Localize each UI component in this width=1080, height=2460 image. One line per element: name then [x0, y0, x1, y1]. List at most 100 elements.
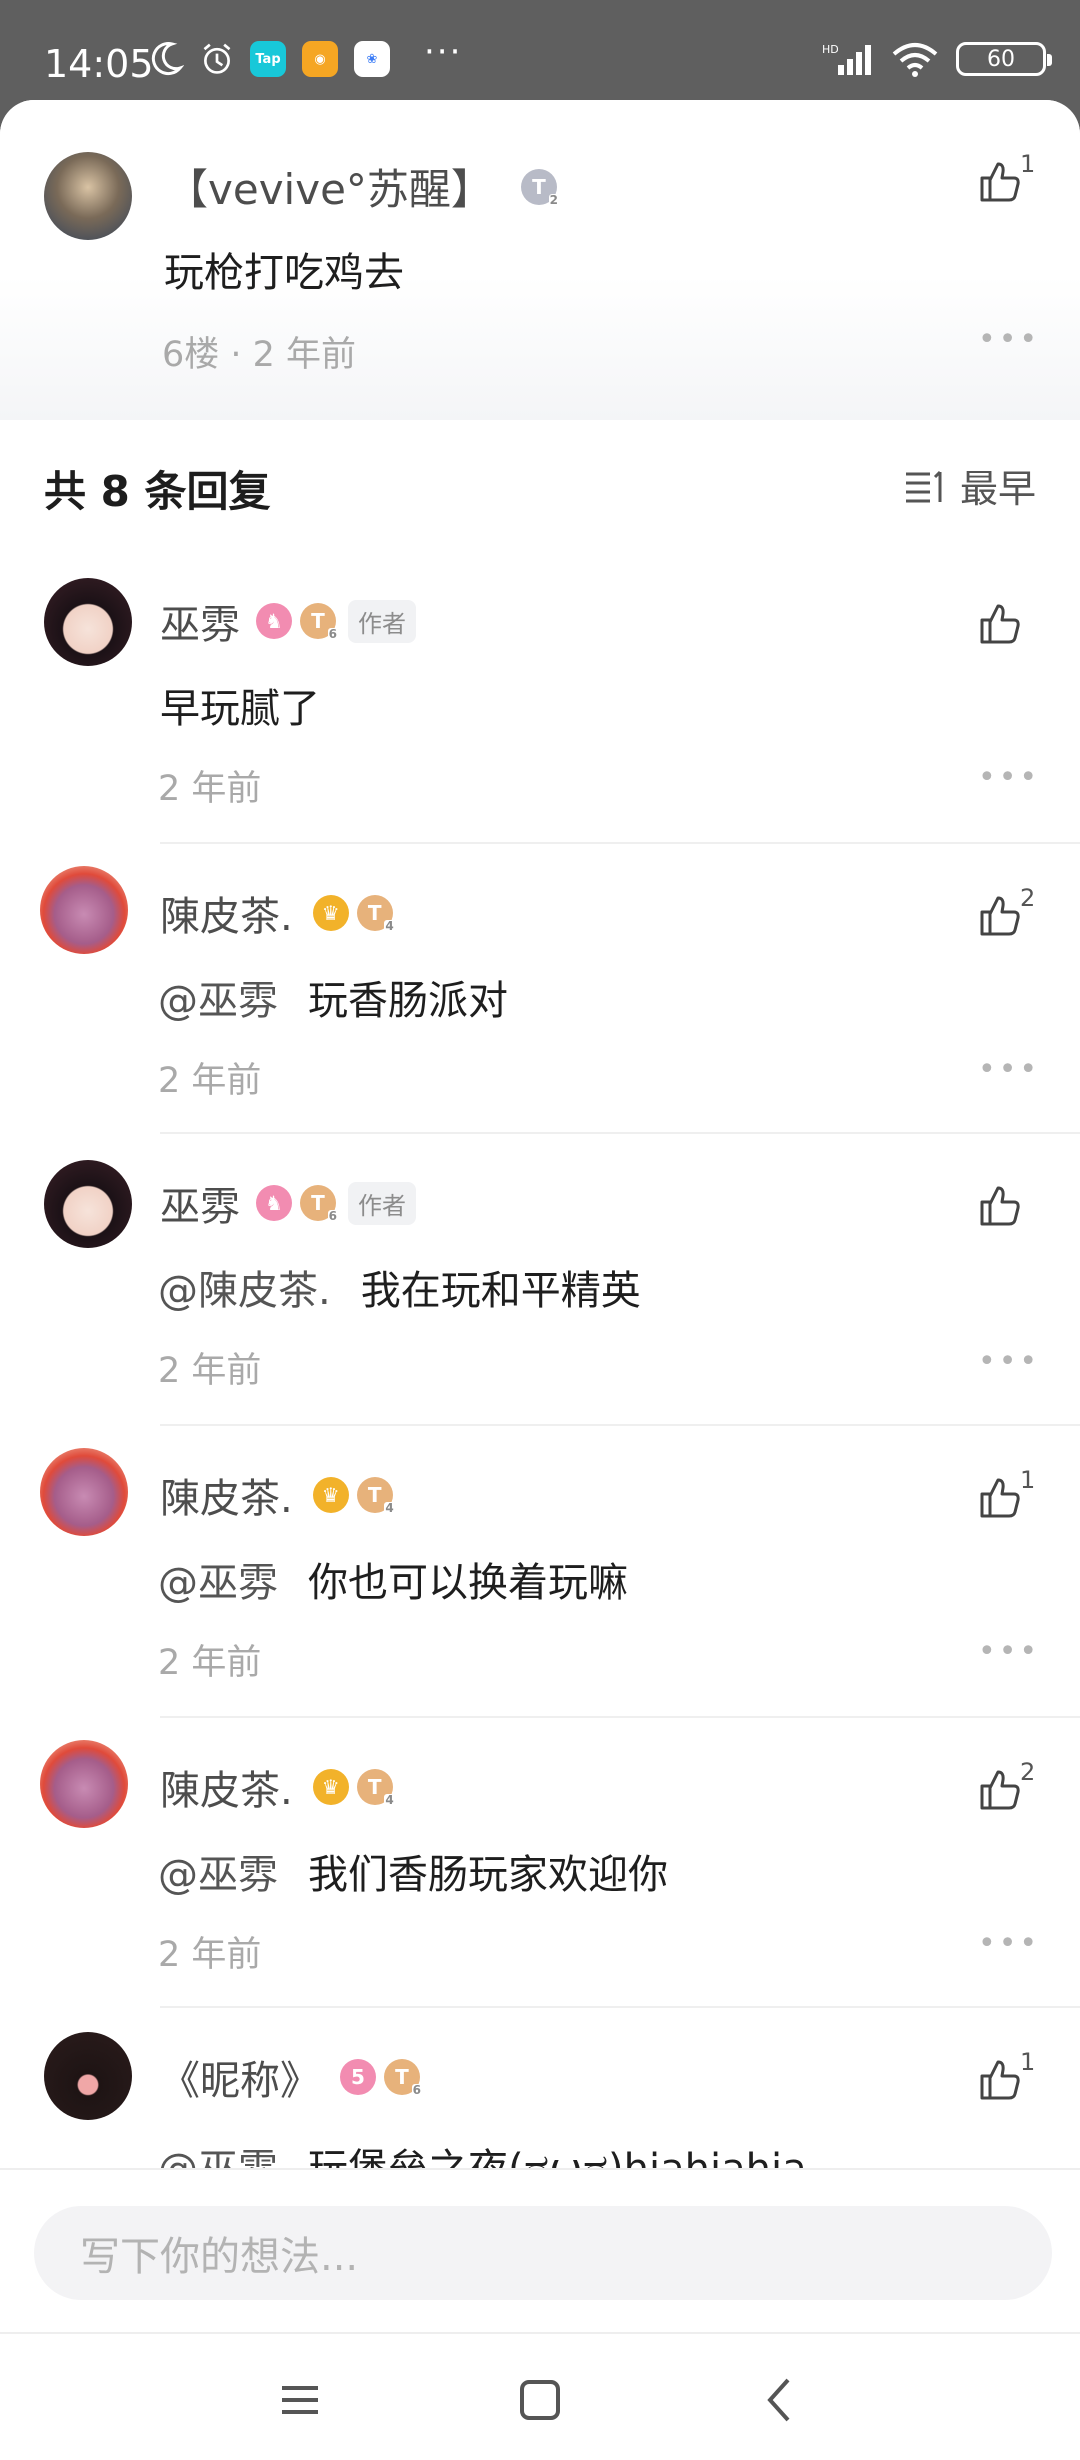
- pink-badge-icon: ♞: [256, 1185, 292, 1221]
- avatar[interactable]: [44, 152, 132, 240]
- reply-text: 早玩腻了: [160, 686, 320, 732]
- more-options-icon[interactable]: •••: [978, 1926, 1040, 1961]
- username-text[interactable]: 陳皮茶.: [160, 1466, 293, 1524]
- avatar[interactable]: [40, 866, 128, 954]
- reply-time: 2 年前: [158, 1351, 262, 1391]
- thumbs-up-icon[interactable]: [976, 600, 1024, 648]
- status-bar: 14:05 Tap ◉ ❀ ··· HD 60: [0, 0, 1080, 100]
- alarm-icon: [203, 43, 231, 74]
- comment-meta: 6楼 · 2 年前: [162, 335, 357, 375]
- comment-text: 玩枪打吃鸡去: [164, 250, 404, 296]
- avatar[interactable]: [40, 1740, 128, 1828]
- system-nav-bar: [0, 2332, 1080, 2460]
- avatar[interactable]: [44, 1160, 132, 1248]
- thumbs-up-icon[interactable]: [976, 158, 1024, 206]
- reply-time: 2 年前: [158, 1935, 262, 1975]
- like-count: 2: [1020, 884, 1036, 912]
- username-text[interactable]: 巫雰: [160, 592, 240, 650]
- level-badge-icon: T4: [356, 1477, 395, 1515]
- reply-text: @巫雰 你也可以换着玩嘛: [158, 1560, 628, 1606]
- moon-icon: [151, 42, 184, 76]
- mention-link[interactable]: @巫雰: [158, 978, 278, 1024]
- pink-badge-icon: ♞: [256, 603, 292, 639]
- back-icon[interactable]: [750, 2370, 810, 2430]
- author-tag: 作者: [348, 1181, 416, 1225]
- more-options-icon[interactable]: •••: [978, 1634, 1040, 1669]
- more-options-icon[interactable]: •••: [978, 1052, 1040, 1087]
- username[interactable]: 【vevive°苏醒】 T2: [166, 156, 559, 217]
- level-badge-icon: T4: [356, 1769, 395, 1807]
- username[interactable]: 巫雰 ♞ T6 作者: [160, 1174, 416, 1232]
- parent-comment: 【vevive°苏醒】 T2 玩枪打吃鸡去 6楼 · 2 年前 1 •••: [0, 100, 1080, 420]
- gold-badge-icon: ♛: [312, 1769, 349, 1805]
- more-options-icon[interactable]: •••: [978, 322, 1040, 357]
- username[interactable]: 巫雰 ♞ T6 作者: [160, 592, 416, 650]
- thumbs-up-icon[interactable]: [976, 1766, 1024, 1814]
- divider: [160, 1132, 1080, 1134]
- sort-label[interactable]: 最早: [960, 458, 1036, 513]
- app-icon: ❀: [354, 41, 390, 77]
- divider: [160, 2006, 1080, 2008]
- username-text[interactable]: 陳皮茶.: [160, 884, 293, 942]
- author-tag: 作者: [348, 599, 416, 643]
- divider: [160, 842, 1080, 844]
- pink-badge-icon: 5: [340, 2059, 376, 2095]
- comment-input-bar: 写下你的想法...: [0, 2168, 1080, 2330]
- like-count: 1: [1020, 150, 1036, 178]
- reply-text: @陳皮茶. 我在玩和平精英: [158, 1268, 641, 1314]
- gold-badge-icon: ♛: [312, 895, 349, 931]
- username[interactable]: 陳皮茶. ♛ T4: [160, 1466, 395, 1524]
- mention-link[interactable]: @陳皮茶.: [158, 1268, 331, 1314]
- weibo-icon: ◉: [302, 41, 338, 77]
- level-badge-icon: T6: [300, 603, 338, 641]
- mention-link[interactable]: @巫雰: [158, 1560, 278, 1606]
- divider: [160, 1716, 1080, 1718]
- username-text[interactable]: 巫雰: [160, 1174, 240, 1232]
- more-options-icon[interactable]: •••: [978, 1344, 1040, 1379]
- reply-time: 2 年前: [158, 1643, 262, 1683]
- replies-sheet: 【vevive°苏醒】 T2 玩枪打吃鸡去 6楼 · 2 年前 1 ••• 共 …: [0, 100, 1080, 2460]
- status-time: 14:05: [44, 42, 154, 86]
- level-badge-icon: T6: [384, 2059, 422, 2097]
- thumbs-up-icon[interactable]: [976, 2056, 1024, 2104]
- level-badge-icon: T2: [520, 168, 559, 207]
- avatar[interactable]: [44, 578, 132, 666]
- sort-button[interactable]: 最早: [904, 458, 1036, 513]
- username-text[interactable]: 《昵称》: [160, 2048, 320, 2106]
- more-options-icon[interactable]: •••: [978, 760, 1040, 795]
- battery-level: 60: [987, 46, 1015, 72]
- menu-icon[interactable]: [270, 2370, 330, 2430]
- divider: [160, 1424, 1080, 1426]
- home-icon[interactable]: [510, 2370, 570, 2430]
- thumbs-up-icon[interactable]: [976, 892, 1024, 940]
- thumbs-up-icon[interactable]: [976, 1182, 1024, 1230]
- reply-text: @巫雰 玩香肠派对: [158, 978, 508, 1024]
- username-text[interactable]: 【vevive°苏醒】: [166, 156, 493, 217]
- signal-icon: HD: [822, 43, 871, 75]
- like-count: 2: [1020, 1758, 1036, 1786]
- avatar[interactable]: [44, 2032, 132, 2120]
- comment-input[interactable]: 写下你的想法...: [34, 2206, 1052, 2300]
- like-count: 1: [1020, 1466, 1036, 1494]
- username[interactable]: 陳皮茶. ♛ T4: [160, 1758, 395, 1816]
- level-badge-icon: T4: [356, 895, 395, 933]
- status-icons-right: HD 60: [822, 40, 1052, 78]
- like-count: 1: [1020, 2048, 1036, 2076]
- sort-icon: [905, 470, 942, 502]
- taptap-icon: Tap: [250, 41, 286, 77]
- battery-icon: 60: [956, 42, 1052, 76]
- username[interactable]: 陳皮茶. ♛ T4: [160, 884, 395, 942]
- reply-time: 2 年前: [158, 1061, 262, 1101]
- username-text[interactable]: 陳皮茶.: [160, 1758, 293, 1816]
- gold-badge-icon: ♛: [312, 1477, 349, 1513]
- username[interactable]: 《昵称》 5 T6: [160, 2048, 422, 2106]
- avatar[interactable]: [40, 1448, 128, 1536]
- status-icons-left: Tap ◉ ❀ ···: [150, 32, 462, 78]
- reply-time: 2 年前: [158, 769, 262, 809]
- reply-text: @巫雰 我们香肠玩家欢迎你: [158, 1852, 668, 1898]
- thumbs-up-icon[interactable]: [976, 1474, 1024, 1522]
- mention-link[interactable]: @巫雰: [158, 1852, 278, 1898]
- replies-count: 共 8 条回复: [44, 467, 271, 516]
- more-notifications-icon: ···: [424, 32, 463, 72]
- level-badge-icon: T6: [300, 1185, 338, 1223]
